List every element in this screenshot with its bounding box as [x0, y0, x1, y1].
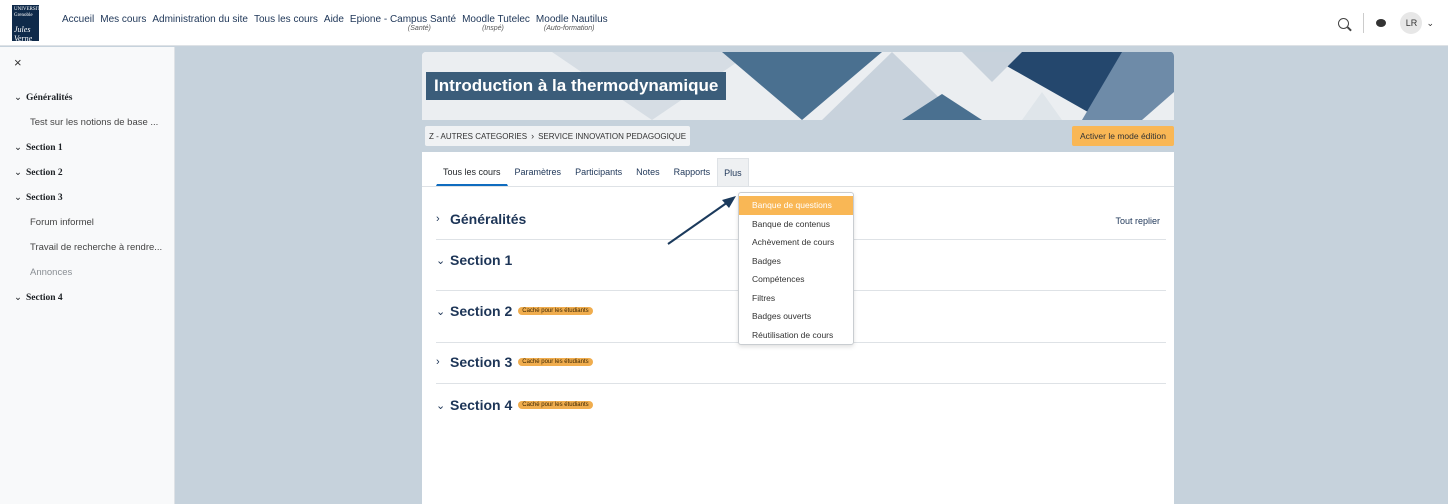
search-icon[interactable]	[1338, 17, 1350, 29]
chevron-right-icon: ›	[531, 131, 535, 141]
tab-plus[interactable]: Plus	[717, 158, 749, 186]
chevron-down-icon: ⌄	[14, 192, 22, 203]
menu-item-badges-ouverts[interactable]: Badges ouverts	[739, 307, 853, 326]
menu-item-banque-contenus[interactable]: Banque de contenus	[739, 215, 853, 234]
course-title: Introduction à la thermodynamique	[426, 72, 727, 100]
top-navbar: UNIVERSITÉ Grenoble Jules Verne Accueil …	[0, 0, 1448, 46]
hidden-badge: Caché pour les étudiants	[518, 307, 593, 315]
tab-parametres[interactable]: Paramètres	[508, 158, 569, 186]
chevron-down-icon: ⌄	[14, 292, 22, 303]
nav-item-administration[interactable]: Administration du site	[152, 14, 248, 25]
course-index-list: ⌄ Généralités Test sur les notions de bas…	[0, 85, 175, 310]
chevron-down-icon: ⌄	[436, 399, 446, 412]
drawer-activity-annonces[interactable]: Annonces	[0, 260, 175, 285]
drawer-section-2[interactable]: ⌄ Section 2	[0, 160, 175, 185]
drawer-activity-travail[interactable]: Travail de recherche à rendre...	[0, 235, 175, 260]
section-4[interactable]: ⌄ Section 4 Caché pour les étudiants	[436, 397, 1166, 413]
nav-item-accueil[interactable]: Accueil	[62, 14, 94, 25]
menu-item-achevement[interactable]: Achèvement de cours	[739, 233, 853, 252]
nav-item-aide[interactable]: Aide	[324, 14, 344, 25]
logo-text-line2: Jules Verne	[14, 25, 33, 41]
breadcrumb-bar: Z - AUTRES CATEGORIES › SERVICE INNOVATI…	[422, 120, 1174, 152]
chevron-down-icon[interactable]: ⌄	[1426, 18, 1434, 29]
user-avatar[interactable]: LR	[1400, 12, 1423, 34]
nav-item-epione[interactable]: Epione - Campus Santé (Santé)	[350, 14, 456, 32]
edit-mode-button[interactable]: Activer le mode édition	[1072, 126, 1174, 146]
breadcrumb: Z - AUTRES CATEGORIES › SERVICE INNOVATI…	[425, 126, 691, 146]
plus-dropdown-menu: Banque de questions Banque de contenus A…	[738, 192, 854, 345]
chevron-down-icon: ⌄	[14, 142, 22, 153]
course-banner: Introduction à la thermodynamique	[422, 52, 1174, 120]
tab-tous-les-cours[interactable]: Tous les cours	[436, 158, 508, 186]
section-3[interactable]: › Section 3 Caché pour les étudiants	[436, 354, 1166, 370]
drawer-section-1[interactable]: ⌄ Section 1	[0, 135, 175, 160]
chevron-down-icon: ⌄	[14, 92, 22, 103]
menu-item-reutilisation[interactable]: Réutilisation de cours	[739, 326, 853, 345]
chevron-down-icon: ⌄	[14, 167, 22, 178]
drawer-section-3[interactable]: ⌄ Section 3	[0, 185, 175, 210]
drawer-activity-test[interactable]: Test sur les notions de base ...	[0, 110, 175, 135]
close-icon[interactable]: ×	[14, 55, 22, 70]
menu-item-filtres[interactable]: Filtres	[739, 289, 853, 308]
tab-participants[interactable]: Participants	[568, 158, 629, 186]
logo-text-line1: UNIVERSITÉ Grenoble	[14, 7, 39, 18]
nav-item-sublabel: (Auto-formation)	[543, 25, 595, 32]
nav-item-tutelec[interactable]: Moodle Tutelec (Inspé)	[462, 14, 530, 32]
hidden-badge: Caché pour les étudiants	[518, 358, 593, 366]
menu-item-badges[interactable]: Badges	[739, 252, 853, 271]
nav-item-sublabel: (Inspé)	[482, 25, 504, 32]
tab-rapports[interactable]: Rapports	[667, 158, 718, 186]
navbar-user-area: LR ⌄	[1338, 12, 1434, 34]
chevron-right-icon: ›	[436, 213, 440, 225]
course-tabs: Tous les cours Paramètres Participants N…	[436, 158, 749, 186]
breadcrumb-item[interactable]: Z - AUTRES CATEGORIES	[429, 132, 527, 141]
tab-notes[interactable]: Notes	[629, 158, 667, 186]
university-logo[interactable]: UNIVERSITÉ Grenoble Jules Verne	[12, 5, 39, 41]
breadcrumb-item[interactable]: SERVICE INNOVATION PEDAGOGIQUE	[538, 132, 686, 141]
primary-navigation: Accueil Mes cours Administration du site…	[62, 14, 614, 32]
chevron-down-icon: ⌄	[436, 305, 446, 318]
section-divider	[436, 383, 1166, 384]
drawer-section-4[interactable]: ⌄ Section 4	[0, 285, 175, 310]
drawer-section-generalites[interactable]: ⌄ Généralités	[0, 85, 175, 110]
nav-item-sublabel: (Santé)	[407, 25, 431, 32]
chat-icon[interactable]	[1376, 19, 1387, 27]
nav-item-tous-les-cours[interactable]: Tous les cours	[254, 14, 318, 25]
chevron-down-icon: ⌄	[436, 254, 446, 267]
navbar-divider	[1363, 13, 1365, 33]
hidden-badge: Caché pour les étudiants	[518, 401, 593, 409]
drawer-activity-forum[interactable]: Forum informel	[0, 210, 175, 235]
nav-item-mes-cours[interactable]: Mes cours	[100, 14, 146, 25]
tabs-divider	[422, 186, 1174, 187]
menu-item-competences[interactable]: Compétences	[739, 270, 853, 289]
menu-item-banque-questions[interactable]: Banque de questions	[739, 196, 853, 215]
course-index-drawer: × ⌄ Généralités Test sur les notions de b…	[0, 47, 175, 504]
chevron-right-icon: ›	[436, 356, 440, 368]
nav-item-nautilus[interactable]: Moodle Nautilus (Auto-formation)	[536, 14, 608, 32]
